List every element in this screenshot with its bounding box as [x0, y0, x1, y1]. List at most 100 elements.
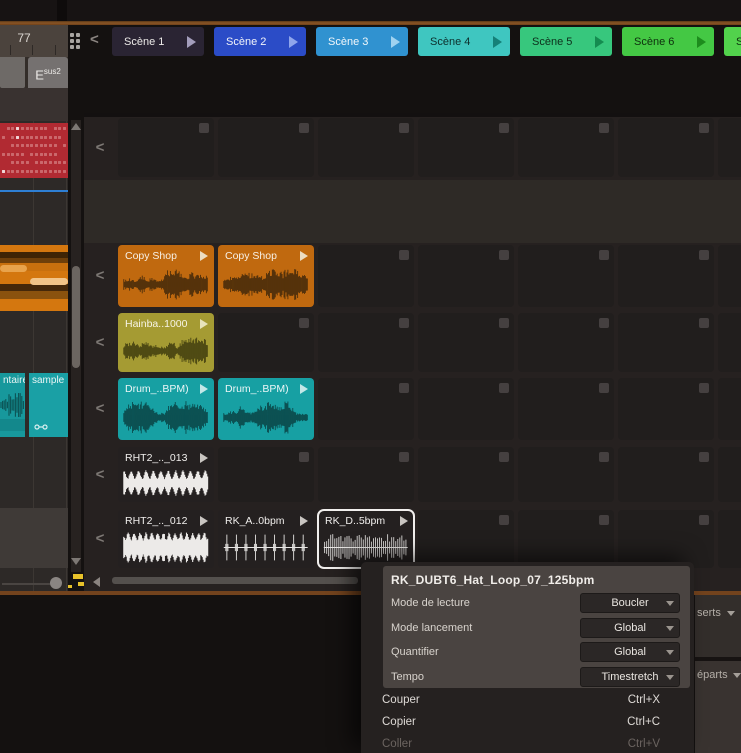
h-scrollbar-thumb[interactable]: [112, 577, 358, 584]
scene-button-6[interactable]: Scène 6: [622, 27, 714, 56]
scene-button-5[interactable]: Scène 5: [520, 27, 612, 56]
empty-clip-slot[interactable]: [418, 245, 514, 307]
stop-button[interactable]: [299, 452, 309, 462]
clip-drum-bpm-[interactable]: Drum_..BPM): [218, 378, 314, 440]
empty-clip-slot[interactable]: [518, 378, 614, 440]
stop-button[interactable]: [399, 383, 409, 393]
empty-clip-slot[interactable]: [518, 313, 614, 372]
chord-event[interactable]: Esus2: [28, 57, 68, 88]
empty-clip-slot[interactable]: [618, 245, 714, 307]
scene-button-2[interactable]: Scène 2: [214, 27, 306, 56]
empty-clip-slot[interactable]: [318, 313, 414, 372]
menu-item-couper[interactable]: Couper Ctrl+X: [361, 690, 694, 712]
empty-clip-slot[interactable]: [418, 447, 514, 502]
clip-copy-shop[interactable]: Copy Shop: [218, 245, 314, 307]
empty-clip-slot[interactable]: [518, 510, 614, 568]
inserts-header-right[interactable]: serts: [695, 595, 741, 619]
empty-clip-slot[interactable]: [718, 245, 741, 307]
empty-clip-slot[interactable]: [618, 447, 714, 502]
clip-copy-shop[interactable]: Copy Shop: [118, 245, 214, 307]
clip-play-icon[interactable]: [200, 383, 208, 394]
scrollbar-thumb[interactable]: [72, 266, 80, 368]
stop-button[interactable]: [499, 123, 509, 133]
empty-clip-slot[interactable]: [718, 313, 741, 372]
teal-clip-1[interactable]: ntaire: [0, 373, 25, 437]
stop-button[interactable]: [499, 383, 509, 393]
teal-clip-2[interactable]: sample: [29, 373, 68, 437]
stop-button[interactable]: [499, 250, 509, 260]
empty-clip-slot[interactable]: [718, 510, 741, 568]
chord-event-partial[interactable]: [0, 57, 25, 88]
clip-play-icon[interactable]: [300, 250, 308, 261]
play-icon[interactable]: [289, 35, 298, 48]
zoom-slider-knob[interactable]: [50, 577, 62, 589]
track-fold-chevron[interactable]: <: [93, 267, 107, 284]
empty-clip-slot[interactable]: [618, 510, 714, 568]
scene-button-4[interactable]: Scène 4: [418, 27, 510, 56]
orange-audio-clips[interactable]: [0, 245, 68, 311]
empty-clip-slot[interactable]: [518, 118, 614, 177]
stop-button[interactable]: [499, 515, 509, 525]
scene-button-7[interactable]: Scène 7: [724, 27, 741, 56]
stop-button[interactable]: [199, 123, 209, 133]
empty-clip-slot[interactable]: [118, 118, 214, 177]
track-fold-chevron[interactable]: <: [93, 400, 107, 417]
dropdown-tempo[interactable]: Timestretch: [580, 666, 680, 687]
stop-button[interactable]: [499, 452, 509, 462]
stop-button[interactable]: [599, 318, 609, 328]
stop-button[interactable]: [599, 515, 609, 525]
stop-button[interactable]: [599, 123, 609, 133]
stop-button[interactable]: [699, 452, 709, 462]
empty-clip-slot[interactable]: [618, 378, 714, 440]
empty-clip-slot[interactable]: [318, 378, 414, 440]
stop-button[interactable]: [399, 123, 409, 133]
empty-clip-slot[interactable]: [418, 510, 514, 568]
stop-button[interactable]: [699, 515, 709, 525]
clip-play-icon[interactable]: [300, 515, 308, 526]
track-fold-chevron[interactable]: <: [93, 466, 107, 483]
stop-button[interactable]: [399, 250, 409, 260]
stop-button[interactable]: [699, 250, 709, 260]
stop-button[interactable]: [699, 383, 709, 393]
empty-clip-slot[interactable]: [518, 245, 614, 307]
clip-rk-d-5bpm[interactable]: RK_D..5bpm: [317, 509, 415, 569]
vertical-scrollbar[interactable]: [71, 120, 81, 572]
clip-drum-bpm-[interactable]: Drum_..BPM): [118, 378, 214, 440]
stop-button[interactable]: [699, 123, 709, 133]
clip-play-icon[interactable]: [200, 452, 208, 463]
play-icon[interactable]: [595, 35, 604, 48]
clip-hainba-1000[interactable]: Hainba..1000: [118, 313, 214, 372]
stop-button[interactable]: [299, 318, 309, 328]
pattern-clip[interactable]: [0, 123, 68, 178]
stop-button[interactable]: [399, 318, 409, 328]
scroll-down-icon[interactable]: [71, 558, 81, 565]
stop-button[interactable]: [599, 383, 609, 393]
stop-button[interactable]: [599, 250, 609, 260]
empty-clip-slot[interactable]: [218, 447, 314, 502]
play-icon[interactable]: [187, 35, 196, 48]
menu-item-copier[interactable]: Copier Ctrl+C: [361, 712, 694, 734]
stop-button[interactable]: [699, 318, 709, 328]
clip-play-icon[interactable]: [300, 383, 308, 394]
arrangement-strip[interactable]: ntaire sample: [0, 121, 68, 591]
chevron-down-icon[interactable]: [732, 672, 741, 678]
clip-play-icon[interactable]: [200, 515, 208, 526]
clip-rht2-012[interactable]: RHT2_.._012: [118, 510, 214, 568]
empty-clip-slot[interactable]: [318, 447, 414, 502]
empty-clip-slot[interactable]: [218, 313, 314, 372]
track-fold-chevron[interactable]: <: [93, 139, 107, 156]
empty-clip-slot[interactable]: [618, 313, 714, 372]
stop-button[interactable]: [299, 123, 309, 133]
stop-button[interactable]: [599, 452, 609, 462]
empty-clip-slot[interactable]: [418, 118, 514, 177]
empty-clip-slot[interactable]: [618, 118, 714, 177]
scroll-up-icon[interactable]: [71, 123, 81, 130]
empty-clip-slot[interactable]: [718, 447, 741, 502]
scroll-left-icon[interactable]: [93, 577, 100, 587]
empty-clip-slot[interactable]: [218, 118, 314, 177]
sends-header-right[interactable]: éparts: [695, 661, 741, 681]
empty-clip-slot[interactable]: [318, 118, 414, 177]
stop-button[interactable]: [399, 452, 409, 462]
scene-button-3[interactable]: Scène 3: [316, 27, 408, 56]
play-icon[interactable]: [391, 35, 400, 48]
